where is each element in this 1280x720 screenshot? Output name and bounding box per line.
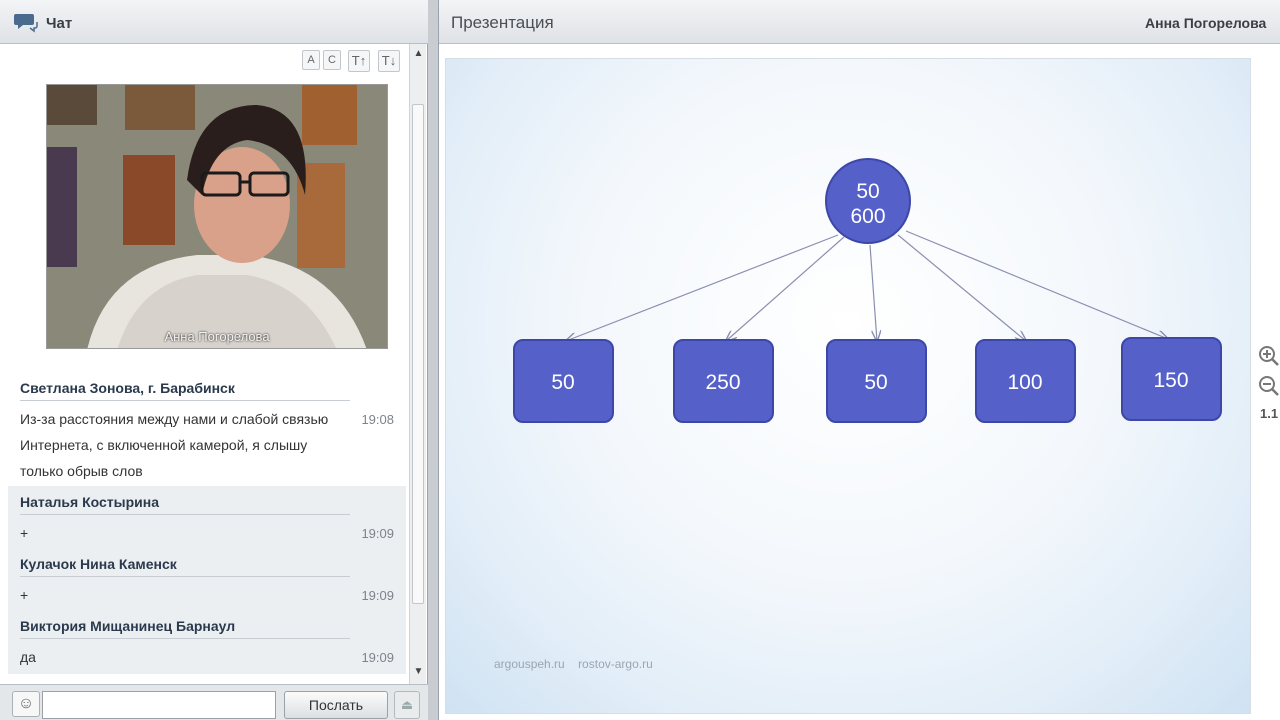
chat-message: Кулачок Нина Каменск + 19:09 xyxy=(8,548,406,610)
child-node-value: 100 xyxy=(1007,371,1042,394)
message-time: 19:09 xyxy=(361,588,394,603)
message-author: Виктория Мищанинец Барнаул xyxy=(20,618,236,634)
message-line: только обрыв слов xyxy=(20,463,143,479)
message-author: Светлана Зонова, г. Барабинск xyxy=(20,380,235,396)
webcam-frame xyxy=(47,85,387,348)
chat-message: Наталья Костырина + 19:09 xyxy=(8,486,406,548)
send-button[interactable]: Послать xyxy=(284,691,388,719)
message-text: + xyxy=(20,587,29,603)
message-divider xyxy=(20,400,350,401)
tree-edge xyxy=(566,234,839,341)
tree-edge xyxy=(897,234,1026,341)
video-caption: Анна Погорелова xyxy=(164,329,270,344)
message-time: 19:09 xyxy=(361,526,394,541)
attach-icon[interactable]: ⏏ xyxy=(394,691,420,719)
root-node: 50 600 xyxy=(825,158,911,244)
message-time: 19:08 xyxy=(361,412,394,427)
scroll-thumb[interactable] xyxy=(412,104,424,604)
zoom-level: 1.1 xyxy=(1260,406,1279,421)
font-alert-button[interactable]: A xyxy=(302,50,320,70)
message-divider xyxy=(20,514,350,515)
smile-icon[interactable]: ☺ xyxy=(12,691,40,717)
root-value-bottom: 600 xyxy=(850,205,885,228)
presentation-title: Презентация xyxy=(451,13,554,32)
child-node-value: 50 xyxy=(864,371,887,394)
chat-message: Виктория Мищанинец Барнаул да 19:09 xyxy=(8,610,406,674)
message-divider xyxy=(20,576,350,577)
presentation-header: Презентация Анна Погорелова xyxy=(439,0,1280,44)
presenter-name: Анна Погорелова xyxy=(1145,15,1267,31)
message-text: Из-за расстояния между нами и слабой свя… xyxy=(20,406,350,484)
child-node-value: 150 xyxy=(1153,369,1188,392)
chat-header: Чат xyxy=(0,0,428,44)
tree-edges xyxy=(566,230,1168,341)
message-text: + xyxy=(20,525,29,541)
tree-edge xyxy=(726,236,845,341)
chat-title: Чат xyxy=(46,15,73,32)
footer-link[interactable]: rostov-argo.ru xyxy=(578,657,653,671)
child-node: 50 xyxy=(513,339,614,423)
chat-bubbles-icon xyxy=(14,14,38,33)
scroll-down-arrow-icon[interactable]: ▼ xyxy=(413,666,424,677)
presentation-slide: 50 600 50 250 50 100 150 argouspeh.ru ro… xyxy=(445,58,1251,714)
chat-panel: Чат A C T↑ T↓ Анна Погорелова Светлана З… xyxy=(0,0,428,720)
footer-link[interactable]: argouspeh.ru xyxy=(494,657,565,671)
message-line: Из-за расстояния между нами и слабой свя… xyxy=(20,411,329,427)
tree-edge xyxy=(905,230,1168,339)
scroll-up-arrow-icon[interactable]: ▲ xyxy=(413,48,424,59)
child-node-value: 250 xyxy=(705,371,740,394)
chat-footer: ☺ Послать ⏏ xyxy=(0,684,428,720)
webcam-video: Анна Погорелова xyxy=(46,84,388,349)
message-text: да xyxy=(20,649,36,665)
presentation-panel: Презентация Анна Погорелова 50 600 50 25… xyxy=(438,0,1280,720)
slide-footer-links: argouspeh.ru rostov-argo.ru xyxy=(494,657,663,671)
chat-scrollbar[interactable]: ▲ ▼ xyxy=(409,44,426,684)
tree-diagram: 50 600 50 250 50 100 150 xyxy=(513,158,1222,423)
font-increase-button[interactable]: T↑ xyxy=(348,50,370,72)
clear-button[interactable]: C xyxy=(323,50,341,70)
child-node: 50 xyxy=(826,339,927,423)
child-node-value: 50 xyxy=(551,371,574,394)
root-value-top: 50 xyxy=(856,180,879,203)
child-node: 250 xyxy=(673,339,774,423)
message-author: Наталья Костырина xyxy=(20,494,160,510)
font-decrease-button[interactable]: T↓ xyxy=(378,50,400,72)
zoom-out-icon[interactable] xyxy=(1257,374,1280,398)
message-author: Кулачок Нина Каменск xyxy=(20,556,177,572)
child-node: 150 xyxy=(1121,337,1222,421)
chat-message: Светлана Зонова, г. Барабинск Из-за расс… xyxy=(8,370,406,486)
zoom-in-icon[interactable] xyxy=(1257,344,1280,368)
tree-edge xyxy=(869,244,877,341)
message-line: Интернета, с включенной камерой, я слышу xyxy=(20,437,308,453)
message-time: 19:09 xyxy=(361,650,394,665)
message-input[interactable] xyxy=(42,691,276,719)
child-node: 100 xyxy=(975,339,1076,423)
message-divider xyxy=(20,638,350,639)
